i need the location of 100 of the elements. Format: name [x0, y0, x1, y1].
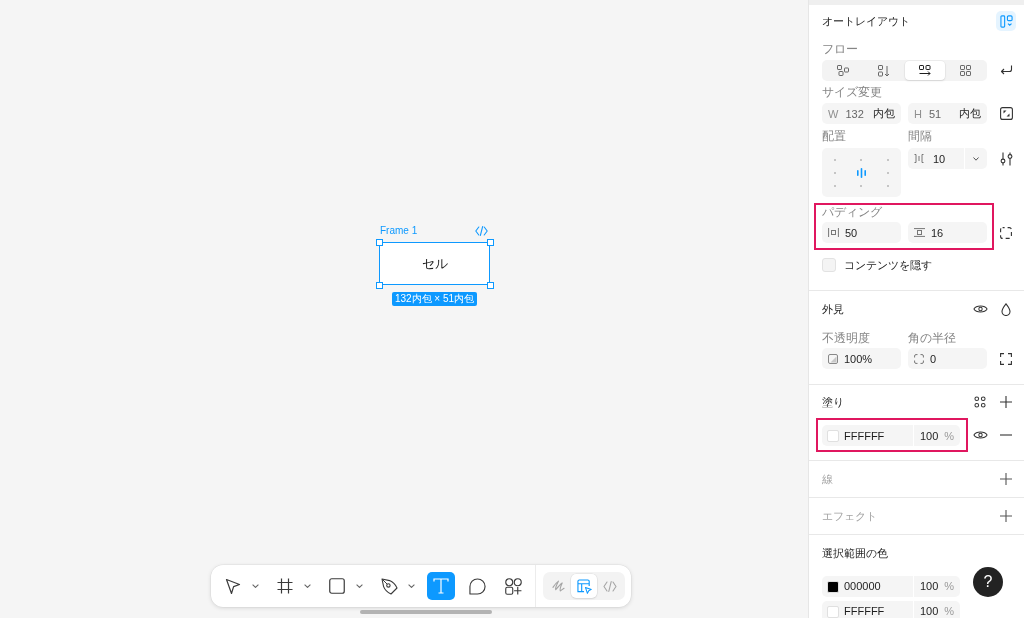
field-label: フロー	[822, 41, 858, 56]
size-field[interactable]: W 132 内包	[822, 103, 901, 124]
hex-field[interactable]: 000000	[822, 576, 913, 597]
color-swatch-icon[interactable]	[827, 429, 839, 442]
scattered-squares-icon	[837, 65, 850, 76]
opacity-field[interactable]: 100 %	[914, 576, 960, 597]
text-t-icon	[433, 578, 449, 594]
checkbox-label: コンテンツを隠す	[844, 258, 932, 272]
resize-handle[interactable]	[375, 238, 383, 246]
field-label: 間隔	[908, 129, 933, 143]
percent-label: %	[944, 605, 954, 618]
shapes-plus-icon	[504, 577, 522, 595]
section-title: 線	[822, 472, 834, 486]
hex-field[interactable]: FFFFFF	[822, 425, 913, 446]
resize-handle[interactable]	[375, 281, 383, 289]
padding-value: 16	[931, 226, 944, 239]
opacity-value: 100	[920, 580, 939, 593]
sizing-mode-dropdown[interactable]: 内包	[873, 106, 895, 121]
size-field[interactable]: H 51 内包	[908, 103, 987, 124]
square-icon	[329, 578, 345, 594]
gap-value: 10	[933, 152, 946, 165]
section-title: 塗り	[822, 394, 845, 409]
vertical-stack-icon	[878, 64, 891, 77]
hex-value: 000000	[844, 580, 881, 593]
horizontal-stack-icon	[918, 65, 931, 76]
design-mode-button[interactable]	[571, 574, 597, 598]
resize-handle[interactable]	[486, 281, 494, 289]
percent-label: %	[944, 580, 954, 593]
section-title: オートレイアウト	[822, 14, 911, 28]
text-tool-button[interactable]	[427, 572, 455, 600]
chevron-down-icon[interactable]	[973, 156, 979, 161]
axis-label: W	[828, 107, 839, 120]
opacity-field[interactable]: 100 %	[914, 601, 960, 618]
wrap-arrow-icon[interactable]	[999, 65, 1013, 76]
hex-value: FFFFFF	[844, 605, 885, 618]
help-button[interactable]: ?	[973, 567, 1003, 597]
padding-field[interactable]: 16	[908, 222, 987, 243]
alignment-bars-icon[interactable]	[857, 167, 866, 178]
color-swatch-icon[interactable]	[827, 605, 839, 618]
plus-icon[interactable]	[1000, 395, 1012, 408]
corner-radius-field[interactable]: 0	[908, 348, 987, 369]
percent-label: %	[944, 429, 954, 442]
corner-radius-icon	[914, 353, 924, 364]
axis-label: H	[914, 107, 922, 120]
section-title: 外見	[822, 302, 845, 316]
caret-icon[interactable]	[252, 584, 259, 588]
eye-icon[interactable]	[972, 304, 988, 314]
size-value: 132	[845, 107, 864, 120]
layout-pointer-icon	[576, 578, 592, 594]
field-label: 角の半径	[908, 330, 957, 345]
four-dots-icon[interactable]	[974, 395, 986, 408]
caret-icon[interactable]	[356, 584, 363, 588]
expand-corners-icon[interactable]	[1000, 352, 1012, 365]
auto-layout-icon	[999, 14, 1013, 28]
pen-nib-icon	[380, 577, 398, 595]
hex-field[interactable]: FFFFFF	[822, 601, 913, 618]
speech-bubble-icon	[468, 577, 486, 595]
opacity-field[interactable]: 100%	[822, 348, 901, 369]
padding-value: 50	[845, 226, 858, 239]
size-badge: 132内包 × 51内包	[391, 292, 478, 306]
padding-field[interactable]: 50	[822, 222, 901, 243]
drop-icon[interactable]	[1001, 302, 1011, 316]
grid-icon	[960, 65, 972, 76]
checkbox[interactable]	[822, 258, 836, 272]
gap-field[interactable]: 10	[908, 148, 987, 169]
color-swatch-icon[interactable]	[827, 580, 839, 593]
corner-radius-value: 0	[930, 352, 937, 365]
vertical-padding-icon	[914, 228, 925, 237]
sizing-mode-dropdown[interactable]: 内包	[959, 106, 981, 121]
pointer-icon	[225, 577, 241, 595]
section-title: 選択範囲の色	[822, 546, 889, 560]
code-icon[interactable]	[475, 226, 488, 236]
opacity-icon	[828, 353, 838, 364]
caret-icon[interactable]	[304, 584, 311, 588]
plus-icon[interactable]	[1000, 510, 1012, 522]
scrollbar-thumb[interactable]	[360, 610, 492, 614]
horizontal-padding-icon	[828, 228, 839, 237]
opacity-field[interactable]: 100 %	[914, 425, 960, 446]
field-label: サイズ変更	[822, 85, 882, 99]
individual-padding-icon[interactable]	[1000, 226, 1012, 239]
flow-option[interactable]	[904, 61, 946, 80]
opacity-value: 100%	[844, 352, 873, 365]
hash-icon	[277, 578, 293, 594]
frame-text: セル	[421, 255, 448, 272]
plus-icon[interactable]	[1000, 473, 1012, 485]
opacity-value: 100	[920, 605, 939, 618]
size-value: 51	[928, 107, 942, 120]
eye-icon[interactable]	[972, 430, 988, 440]
section-title: エフェクト	[822, 509, 878, 523]
caret-icon[interactable]	[408, 584, 415, 588]
resize-to-fit-icon[interactable]	[999, 107, 1013, 120]
scribble-icon	[551, 580, 565, 592]
field-label: 不透明度	[822, 330, 871, 345]
opacity-value: 100	[920, 429, 939, 442]
code-icon	[603, 580, 617, 592]
resize-handle[interactable]	[486, 238, 494, 246]
sliders-icon[interactable]	[999, 151, 1013, 166]
auto-layout-toggle-button[interactable]	[996, 11, 1016, 31]
field-label: 配置	[822, 129, 847, 143]
field-label: パディング	[822, 205, 883, 219]
